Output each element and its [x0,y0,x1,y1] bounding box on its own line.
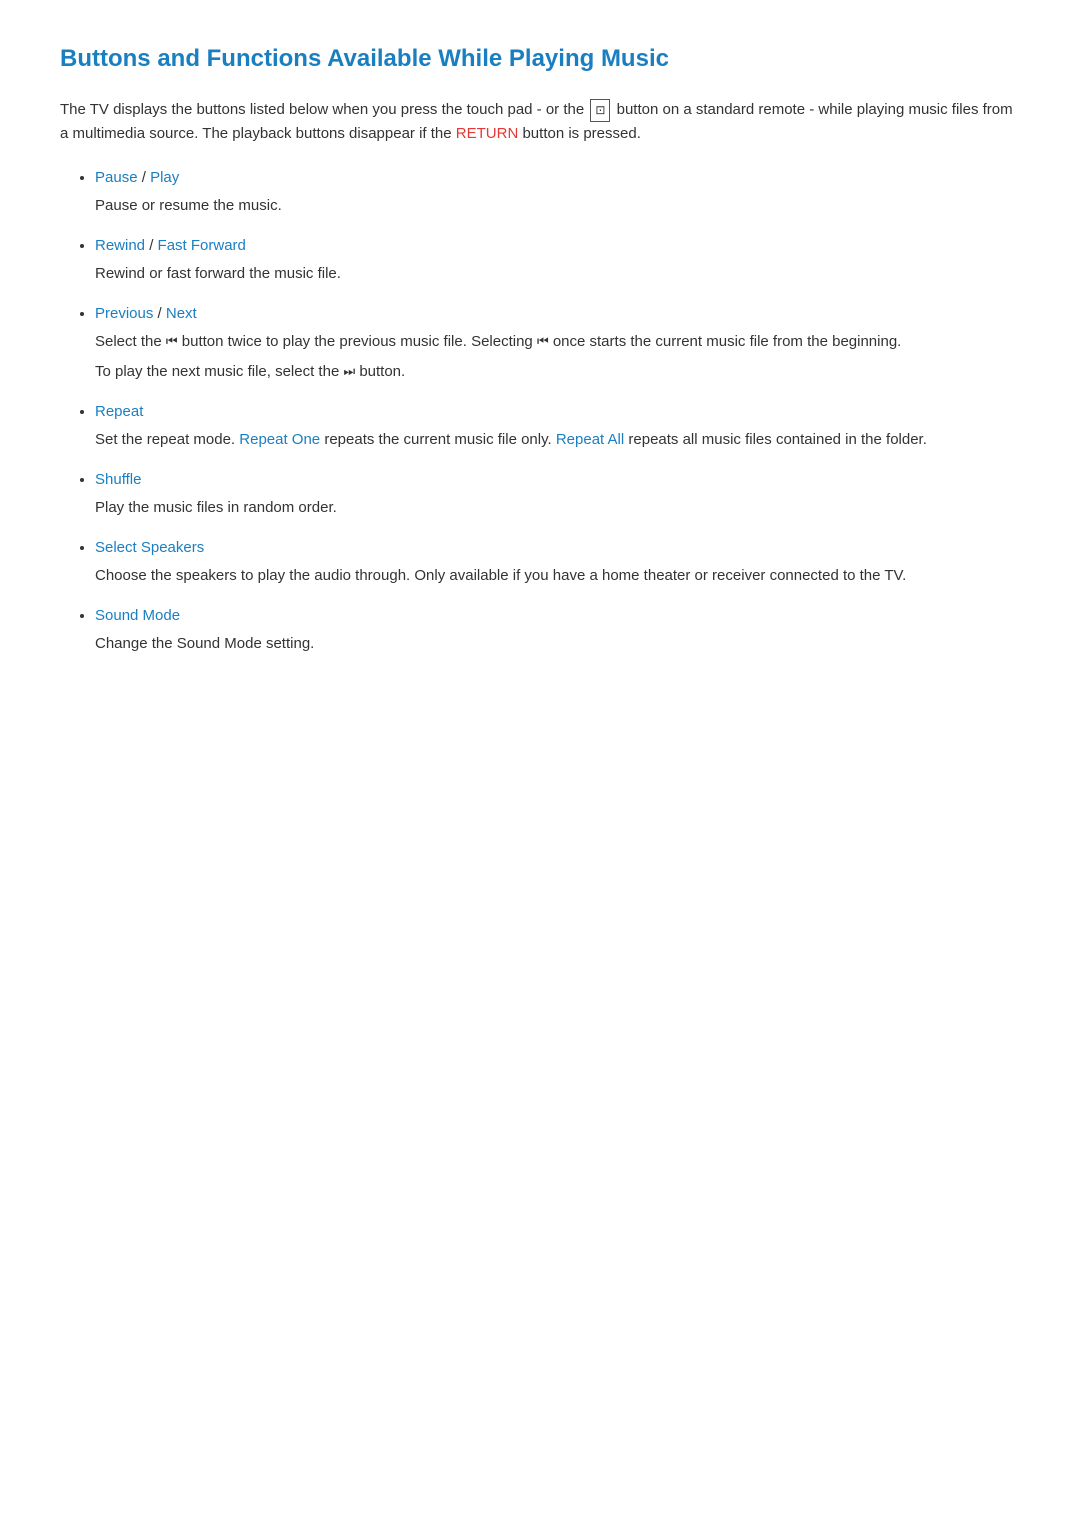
repeat-desc-middle: repeats the current music file only. [324,431,551,448]
repeat-desc-before: Set the repeat mode. [95,431,235,448]
rewind-desc: Rewind or fast forward the music file. [75,262,1020,286]
separator-3: / [158,305,166,322]
select-speakers-title: Select Speakers [95,539,204,556]
next-icon: ⏭ [343,364,355,379]
play-label: Play [150,169,179,186]
shuffle-desc: Play the music files in random order. [75,496,1020,520]
repeat-all-label: Repeat All [556,431,624,448]
shuffle-title: Shuffle [95,471,141,488]
list-item-repeat: Repeat Set the repeat mode. Repeat One r… [95,400,1020,452]
previous-next-line1: Select the ⏮ button twice to play the pr… [95,330,1020,354]
page-title: Buttons and Functions Available While Pl… [60,40,1020,78]
list-item-select-speakers: Select Speakers Choose the speakers to p… [95,536,1020,588]
rewind-label: Rewind [95,237,145,254]
repeat-desc-end: repeats all music files contained in the… [628,431,927,448]
list-item-sound-mode: Sound Mode Change the Sound Mode setting… [95,604,1020,656]
intro-text-end: button is pressed. [522,125,640,142]
intro-paragraph: The TV displays the buttons listed below… [60,98,1020,146]
previous-next-title: Previous / Next [95,305,197,322]
previous-label: Previous [95,305,153,322]
select-speakers-desc: Choose the speakers to play the audio th… [75,564,1020,588]
sound-mode-title: Sound Mode [95,607,180,624]
list-item-previous-next: Previous / Next Select the ⏮ button twic… [95,302,1020,384]
separator-1: / [142,169,150,186]
repeat-desc: Set the repeat mode. Repeat One repeats … [75,428,1020,452]
fast-forward-label: Fast Forward [158,237,246,254]
list-item-pause-play: Pause / Play Pause or resume the music. [95,166,1020,218]
pause-play-desc: Pause or resume the music. [75,194,1020,218]
previous-next-line2: To play the next music file, select the … [95,360,1020,384]
prev-icon-1: ⏮ [166,334,178,349]
prev-icon-2: ⏮ [537,334,549,349]
intro-text-before: The TV displays the buttons listed below… [60,101,584,118]
rewind-title: Rewind / Fast Forward [95,237,246,254]
previous-next-desc: Select the ⏮ button twice to play the pr… [75,330,1020,384]
sound-mode-desc: Change the Sound Mode setting. [75,632,1020,656]
repeat-one-label: Repeat One [239,431,320,448]
repeat-title: Repeat [95,403,143,420]
functions-list: Pause / Play Pause or resume the music. … [60,166,1020,656]
pause-play-title: Pause / Play [95,169,179,186]
list-item-shuffle: Shuffle Play the music files in random o… [95,468,1020,520]
remote-icon: ⊡ [590,99,610,122]
pause-label: Pause [95,169,138,186]
separator-2: / [149,237,157,254]
list-item-rewind: Rewind / Fast Forward Rewind or fast for… [95,234,1020,286]
next-label: Next [166,305,197,322]
return-keyword: RETURN [456,125,519,142]
